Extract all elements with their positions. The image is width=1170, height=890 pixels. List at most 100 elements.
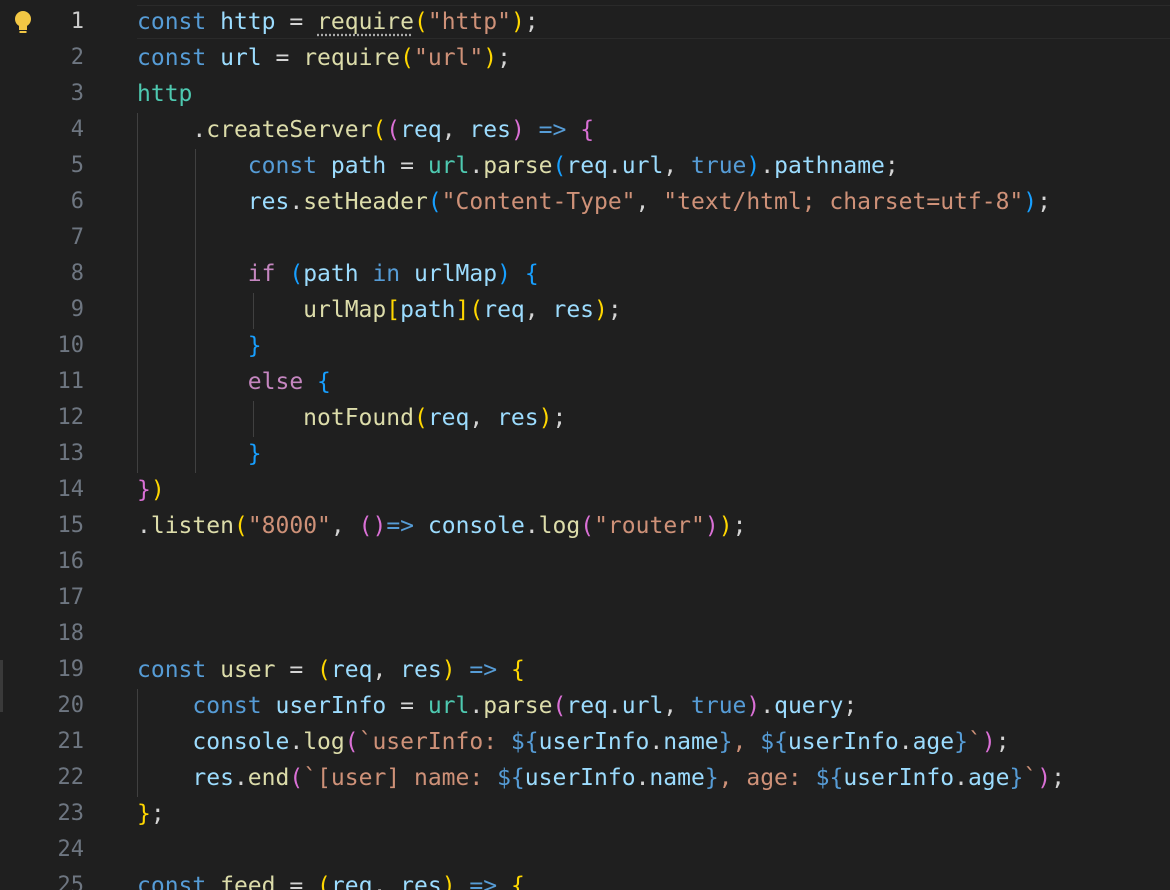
code-token: req [566,693,608,719]
code-token: res [400,873,442,890]
code-token: path [303,261,359,287]
code-token: "Content-Type" [441,189,636,215]
code-token: { [510,873,525,890]
code-line[interactable]: 13 } [0,436,1170,472]
code-token: ( [233,513,248,539]
code-token: . [233,765,248,791]
code-token: => [524,117,567,143]
code-token: . [607,153,622,179]
code-line[interactable]: 4 .createServer((req, res) => { [0,112,1170,148]
code-text: .listen("8000", ()=> console.log("router… [137,508,746,544]
code-token: req [400,117,442,143]
code-token: console [427,513,525,539]
code-line[interactable]: 17 [0,580,1170,616]
line-number: 3 [70,81,84,106]
code-line[interactable]: 5 const path = url.parse(req.url, true).… [0,148,1170,184]
code-token: . [289,729,304,755]
code-editor[interactable]: 1 const http = require("http"); 2 const url… [0,0,1170,890]
code-token: require [317,9,414,35]
code-token: , [635,189,664,215]
code-token: ( [317,873,331,890]
code-token: , [663,153,691,179]
code-token: ) [746,153,761,179]
code-line[interactable]: 2 const url = require("url"); [0,40,1170,76]
code-line[interactable]: 15 .listen("8000", ()=> console.log("rout… [0,508,1170,544]
code-token: . [137,513,151,539]
code-token: ; [732,513,747,539]
code-token: user [220,657,276,683]
code-token: res [400,657,442,683]
code-token: ( [413,405,428,431]
code-token: http [137,81,193,107]
line-number: 18 [57,621,85,646]
code-token: } [718,729,733,755]
code-token: ) [594,297,608,323]
code-token: () [358,513,387,539]
code-line[interactable]: 3 http [0,76,1170,112]
code-token: path [400,297,456,323]
code-line[interactable]: 24 [0,832,1170,868]
code-token: ( [552,153,567,179]
line-number: 12 [57,405,85,430]
code-token: ) [1023,189,1038,215]
code-line[interactable]: 20 const userInfo = url.parse(req.url, t… [0,688,1170,724]
code-line[interactable]: 6 res.setHeader("Content-Type", "text/ht… [0,184,1170,220]
code-token: else [247,369,304,395]
code-token: = [386,693,428,719]
code-line[interactable]: 14}) [0,472,1170,508]
line-number: 20 [57,693,85,718]
code-token: "8000" [247,513,331,539]
code-token: url [621,693,664,719]
code-line[interactable]: 16 [0,544,1170,580]
code-token: , [372,657,401,683]
code-token: => [455,873,498,890]
code-text: const feed = (req, res) => { [137,868,525,890]
code-line[interactable]: 12 notFound(req, res); [0,400,1170,436]
code-line[interactable]: 18 [0,616,1170,652]
code-line[interactable]: 9 urlMap[path](req, res); [0,292,1170,328]
code-text: const http = require("http"); [137,4,539,40]
code-text: } [137,328,262,364]
code-token: ( [386,117,401,143]
code-token: setHeader [303,189,428,215]
code-line[interactable]: 21 console.log(`userInfo: ${userInfo.nam… [0,724,1170,760]
code-token: = [386,153,428,179]
code-token: res [552,297,595,323]
code-line[interactable]: 25 const feed = (req, res) => { [0,868,1170,890]
code-line[interactable]: 1 const http = require("http"); [0,4,1170,40]
line-number: 15 [57,513,85,538]
line-number: 23 [57,801,85,826]
code-token: ( [469,297,484,323]
code-token: } [704,765,719,791]
code-line[interactable]: 8 if (path in urlMap) { [0,256,1170,292]
code-token: . [137,117,207,143]
code-token: ; [995,729,1010,755]
code-text: res.setHeader("Content-Type", "text/html… [137,184,1051,220]
code-token: ${ [510,729,539,755]
code-token: ( [317,657,331,683]
code-token: = [261,45,304,71]
line-number: 9 [70,297,84,322]
code-line[interactable]: 23}; [0,796,1170,832]
code-token: } [137,801,151,827]
code-line[interactable]: 19 const user = (req, res) => { [0,652,1170,688]
code-text: const userInfo = url.parse(req.url, true… [137,688,857,724]
code-token: ( [289,765,304,791]
code-text: http [137,76,192,112]
code-token: true [691,153,747,179]
code-token: . [469,153,484,179]
code-line[interactable]: 22 res.end(`[user] name: ${userInfo.name… [0,760,1170,796]
code-token: . [635,765,650,791]
code-line[interactable]: 11 else { [0,364,1170,400]
code-line[interactable]: 7 [0,220,1170,256]
line-number: 13 [57,441,85,466]
code-line[interactable]: 10 } [0,328,1170,364]
